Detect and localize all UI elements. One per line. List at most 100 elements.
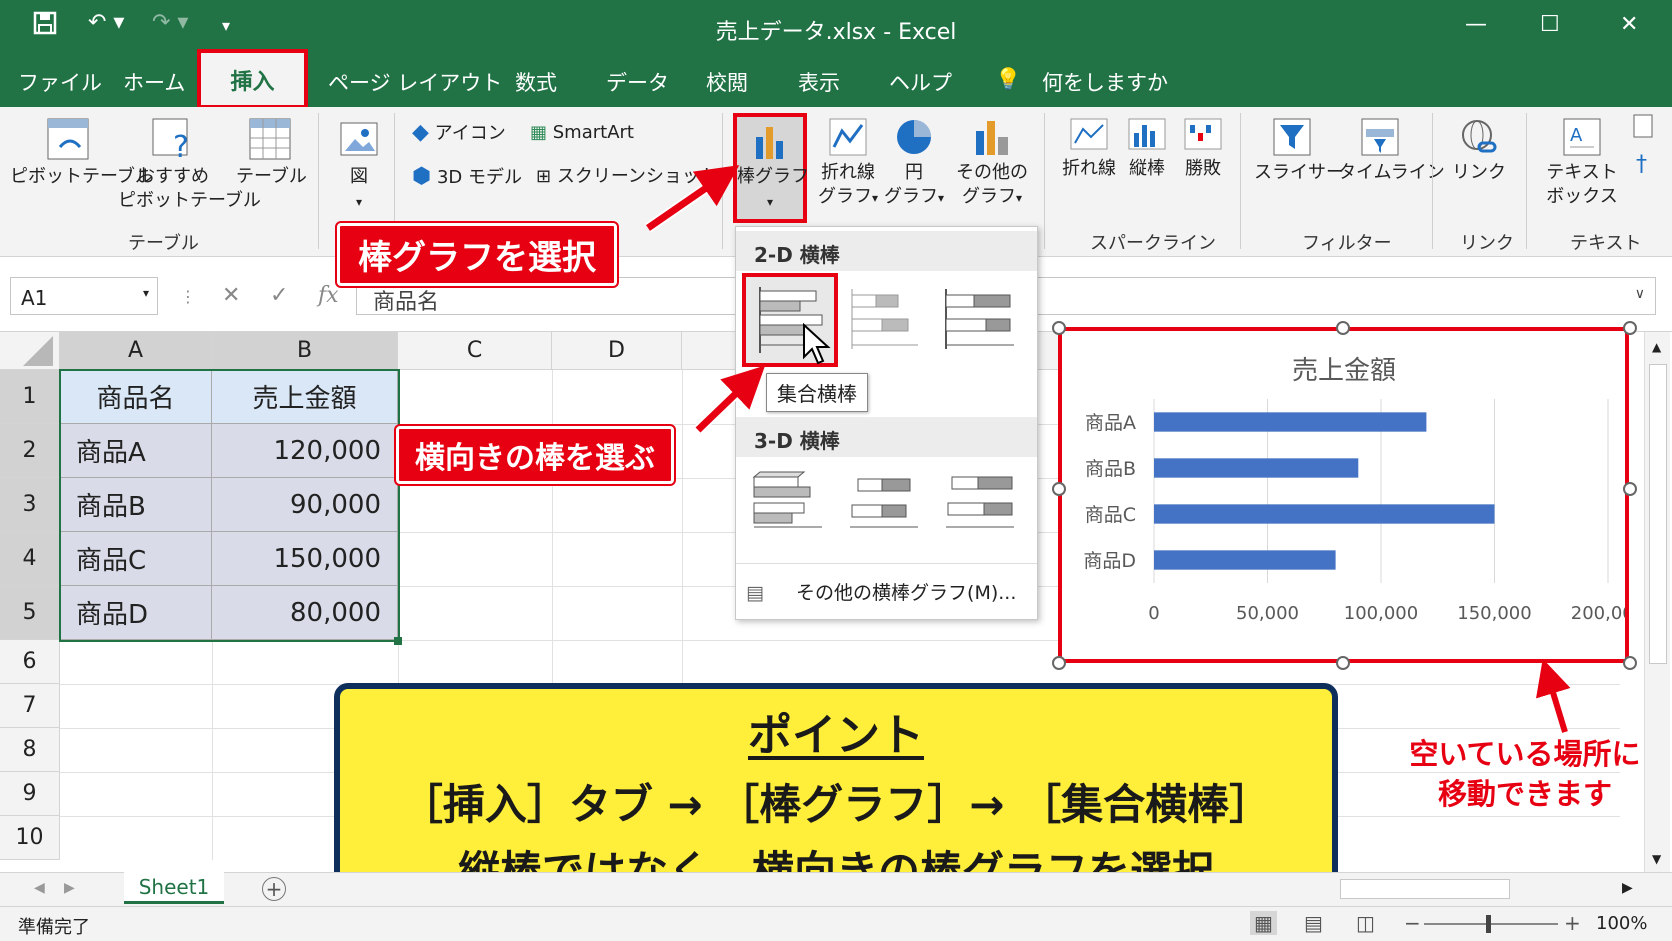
fill-handle[interactable] [394, 637, 402, 645]
tab-insert[interactable]: 挿入 [197, 49, 308, 109]
zoom-out-icon[interactable]: − [1404, 911, 1421, 935]
tell-me-search[interactable]: 何をしますか [1042, 67, 1168, 97]
row-header[interactable]: 10 [0, 816, 60, 860]
status-bar: 準備完了 ▦ ▤ ◫ − + 100% [0, 906, 1672, 941]
tab-data[interactable]: データ [606, 67, 669, 97]
pie-chart-icon [897, 120, 931, 154]
resize-handle[interactable] [1052, 321, 1066, 335]
section-2d-bar: 2-D 横棒 [736, 231, 1037, 271]
sparkline-winloss-icon [1184, 118, 1222, 150]
recommended-pivot-button[interactable]: ? おすすめ ピボットテーブル [118, 117, 261, 213]
scroll-down-icon[interactable]: ▼ [1652, 852, 1661, 866]
column-header-c[interactable]: C [398, 332, 552, 370]
sheet-tab-bar: ◀ ▶ Sheet1 + ▶ [0, 872, 1672, 906]
horizontal-scroll-thumb[interactable] [1340, 879, 1510, 899]
insert-function-icon[interactable]: fx [318, 283, 339, 308]
enter-icon[interactable]: ✓ [270, 283, 288, 308]
chart-canvas: 売上金額 0 50,000 100,000 150,000 200,000 商品A 商品B 商… [1083, 356, 1645, 624]
resize-handle[interactable] [1623, 321, 1637, 335]
zoom-in-icon[interactable]: + [1564, 911, 1581, 935]
cancel-icon[interactable]: ✕ [222, 283, 240, 308]
header-footer-icon[interactable]: † [1628, 113, 1658, 190]
row-header[interactable]: 8 [0, 728, 60, 772]
bar-chart-button[interactable]: 棒グラフ ▾ [733, 113, 809, 223]
pivot-table-button[interactable]: ピボットテーブル [10, 117, 153, 189]
more-bar-charts-item[interactable]: ▤ その他の横棒グラフ(M)... [746, 571, 1032, 615]
line-chart-button[interactable]: 折れ線 グラフ▾ [816, 117, 880, 210]
scroll-thumb[interactable] [1649, 364, 1667, 664]
textbox-button[interactable]: A テキスト ボックス [1540, 117, 1624, 209]
resize-handle[interactable] [1336, 321, 1350, 335]
tab-view[interactable]: 表示 [798, 67, 840, 97]
add-sheet-button[interactable]: + [262, 877, 286, 901]
tab-review[interactable]: 校閲 [706, 67, 748, 97]
smartart-button[interactable]: ▦ SmartArt [530, 121, 634, 145]
chart-title[interactable]: 売上金額 [1292, 356, 1396, 386]
row-header[interactable]: 6 [0, 640, 60, 684]
other-charts-button[interactable]: その他の グラフ▾ [952, 117, 1032, 210]
icons-button[interactable]: ◆ アイコン [412, 121, 506, 146]
sparkline-winloss-button[interactable]: 勝敗 [1176, 117, 1230, 181]
select-all-corner[interactable] [0, 332, 60, 370]
tooltip-clustered-bar: 集合横棒 [766, 373, 868, 412]
3d-100-stacked-bar-option[interactable] [940, 467, 1020, 547]
sparkline-column-button[interactable]: 縦棒 [1120, 117, 1174, 181]
sheet-prev-icon[interactable]: ◀ [34, 880, 45, 896]
row-header[interactable]: 4 [0, 532, 60, 586]
svg-text:A: A [1570, 125, 1583, 146]
close-button[interactable]: ✕ [1620, 12, 1638, 37]
page-break-view-icon[interactable]: ◫ [1356, 911, 1375, 935]
tab-help[interactable]: ヘルプ [889, 67, 952, 97]
resize-handle[interactable] [1336, 656, 1350, 670]
zoom-slider[interactable] [1424, 923, 1558, 925]
other-charts-label-1: その他の [956, 162, 1028, 183]
slicer-icon [1273, 118, 1311, 156]
zoom-level[interactable]: 100% [1596, 913, 1647, 934]
3d-stacked-bar-option[interactable] [844, 467, 924, 547]
tab-formulas[interactable]: 数式 [515, 67, 557, 97]
chevron-down-icon: ▾ [355, 195, 363, 209]
timeline-button[interactable]: タイムライン [1338, 117, 1445, 185]
zoom-slider-thumb[interactable] [1486, 915, 1491, 933]
row-header[interactable]: 9 [0, 772, 60, 816]
column-header-b[interactable]: B [212, 332, 398, 370]
page-layout-view-icon[interactable]: ▤ [1304, 911, 1323, 935]
name-box[interactable]: A1 ▾ [10, 277, 158, 315]
3d-clustered-bar-option[interactable] [748, 467, 828, 547]
bar-chart[interactable]: 売上金額 0 50,000 100,000 150,000 200,000 商品A 商品B 商… [1058, 327, 1645, 663]
pie-chart-button[interactable]: 円グラフ▾ [880, 117, 948, 210]
maximize-button[interactable]: ☐ [1540, 12, 1560, 37]
link-button[interactable]: リンク [1448, 117, 1510, 185]
slicer-button[interactable]: スライサー [1254, 117, 1344, 185]
sheet-tab-sheet1[interactable]: Sheet1 [124, 872, 224, 904]
row-header[interactable]: 2 [0, 424, 60, 478]
minimize-button[interactable]: — [1465, 12, 1487, 37]
normal-view-icon[interactable]: ▦ [1250, 911, 1277, 935]
tab-file[interactable]: ファイル [18, 67, 102, 97]
sparkline-line-button[interactable]: 折れ線 [1062, 117, 1116, 181]
mouse-cursor-icon [803, 323, 831, 365]
sheet-next-icon[interactable]: ▶ [64, 880, 75, 896]
y-category-label: 商品C [1085, 504, 1136, 526]
pictures-button[interactable]: 図 ▾ [334, 117, 384, 214]
100-stacked-bar-option[interactable] [938, 283, 1024, 363]
scroll-up-icon[interactable]: ▲ [1652, 340, 1661, 354]
chevron-down-icon[interactable]: ∨ [1635, 286, 1645, 302]
resize-handle[interactable] [1623, 482, 1637, 496]
screenshot-button[interactable]: ⊞ スクリーンショット ▾ [536, 165, 730, 190]
resize-handle[interactable] [1052, 482, 1066, 496]
resize-handle[interactable] [1623, 656, 1637, 670]
row-header[interactable]: 7 [0, 684, 60, 728]
table-button[interactable]: テーブル [236, 117, 307, 189]
scroll-right-icon[interactable]: ▶ [1622, 880, 1633, 896]
column-header-a[interactable]: A [60, 332, 212, 370]
stacked-bar-option[interactable] [842, 283, 928, 363]
column-header-d[interactable]: D [552, 332, 682, 370]
row-header[interactable]: 3 [0, 478, 60, 532]
tab-page-layout[interactable]: ページ レイアウト [328, 67, 502, 97]
row-header[interactable]: 1 [0, 370, 60, 424]
row-header[interactable]: 5 [0, 586, 60, 640]
tab-home[interactable]: ホーム [123, 67, 185, 97]
resize-handle[interactable] [1052, 656, 1066, 670]
3d-models-button[interactable]: ⬢ 3D モデル [412, 165, 522, 190]
